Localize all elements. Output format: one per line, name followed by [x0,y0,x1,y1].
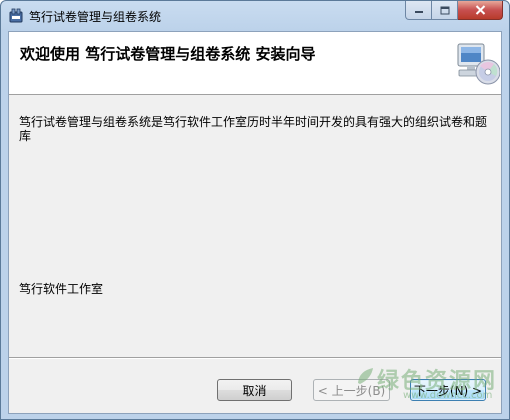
wizard-banner: 欢迎使用 笃行试卷管理与组卷系统 安装向导 [9,32,501,95]
back-button[interactable]: < 上一步(B) [313,379,390,401]
wizard-description: 笃行试卷管理与组卷系统是笃行软件工作室历时半年时间开发的具有强大的组织试卷和题库 [19,115,488,143]
window-title: 笃行试卷管理与组卷系统 [29,10,162,24]
title-bar[interactable]: 笃行试卷管理与组卷系统 [1,1,509,31]
maximize-icon [440,6,449,14]
installer-window: 笃行试卷管理与组卷系统 欢迎使用 笃行试卷管理与组卷系统 安装向导 笃行试卷管理… [0,0,510,420]
installer-app-icon [9,8,23,23]
wizard-client-area: 欢迎使用 笃行试卷管理与组卷系统 安装向导 笃行试卷管理与组卷系统是笃行软件工作… [8,31,502,414]
computer-cd-icon [457,43,500,85]
caption-buttons [405,1,503,21]
minimize-icon [414,11,423,13]
banner-title: 欢迎使用 笃行试卷管理与组卷系统 安装向导 [20,45,316,63]
minimize-button[interactable] [405,1,432,20]
footer-divider [9,357,501,359]
company-name: 笃行软件工作室 [19,282,104,296]
cancel-button[interactable]: 取消 [217,379,292,401]
maximize-button[interactable] [432,1,458,20]
close-button[interactable] [458,1,503,20]
next-button[interactable]: 下一步(N) > [410,379,486,401]
close-icon [475,5,485,15]
